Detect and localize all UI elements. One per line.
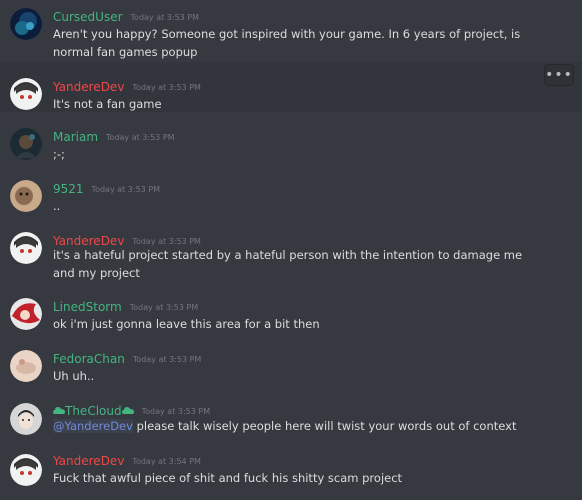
message-author[interactable]: FedoraChan Today at 3:53 PM — [53, 352, 201, 367]
message-item: 9521 Today at 3:53 PM .. — [0, 164, 582, 216]
message-author[interactable]: CursedUser Today at 3:53 PM — [53, 10, 199, 25]
more-options-icon: ••• — [545, 67, 573, 83]
avatar[interactable] — [10, 298, 42, 330]
message-text: @YandereDev please talk wisely people he… — [53, 417, 558, 435]
avatar[interactable] — [10, 128, 42, 160]
message-text: ;-; — [53, 147, 65, 161]
username[interactable]: LinedStorm — [53, 300, 122, 314]
username[interactable]: FedoraChan — [53, 352, 125, 366]
avatar[interactable] — [10, 78, 42, 110]
cloud-icon — [121, 407, 134, 414]
message-text: it's a hateful project started by a hate… — [53, 248, 523, 280]
message-author[interactable]: YandereDev Today at 3:54 PM — [53, 454, 201, 469]
username[interactable]: TheCloud — [65, 404, 122, 418]
message-text-rest: please talk wisely people here will twis… — [132, 419, 517, 433]
message-item: LinedStorm Today at 3:53 PM ok i'm just g… — [0, 286, 582, 338]
username[interactable]: YandereDev — [53, 80, 124, 94]
message-item: YandereDev Today at 3:53 PM It's not a fa… — [0, 62, 582, 112]
timestamp: Today at 3:53 PM — [132, 83, 201, 92]
cloud-icon — [53, 407, 65, 414]
message-item: CursedUser Today at 3:53 PM Aren't you ha… — [0, 0, 582, 62]
message-item: YandereDev Today at 3:54 PM Fuck that awf… — [0, 444, 582, 500]
message-item: Mariam Today at 3:53 PM ;-; — [0, 112, 582, 164]
timestamp: Today at 3:53 PM — [129, 303, 199, 312]
username[interactable]: Mariam — [53, 130, 98, 144]
chat-message-list: CursedUser Today at 3:53 PM Aren't you ha… — [0, 0, 582, 500]
timestamp: Today at 3:53 PM — [106, 133, 175, 142]
timestamp: Today at 3:53 PM — [141, 407, 211, 416]
message-text: It's not a fan game — [53, 97, 162, 111]
timestamp: Today at 3:53 PM — [132, 355, 202, 364]
username[interactable]: YandereDev — [53, 454, 124, 468]
message-text: Uh uh.. — [53, 369, 95, 383]
avatar[interactable] — [10, 403, 42, 435]
message-item: TheCloud Today at 3:53 PM @YandereDev ple… — [0, 390, 582, 444]
timestamp: Today at 3:53 PM — [132, 237, 201, 246]
message-text: Aren't you happy? Someone got inspired w… — [53, 27, 521, 59]
message-text: .. — [53, 199, 61, 213]
username[interactable]: 9521 — [53, 182, 84, 196]
avatar[interactable] — [10, 8, 42, 40]
avatar[interactable] — [10, 454, 42, 486]
message-text: ok i'm just gonna leave this area for a … — [53, 317, 320, 331]
avatar[interactable] — [10, 350, 42, 382]
message-text: Fuck that awful piece of shit and fuck h… — [53, 471, 403, 485]
message-author[interactable]: LinedStorm Today at 3:53 PM — [53, 300, 198, 315]
username[interactable]: CursedUser — [53, 10, 123, 24]
more-options-button[interactable]: ••• — [544, 64, 574, 86]
user-mention[interactable]: @YandereDev — [53, 419, 133, 433]
message-author[interactable]: 9521 Today at 3:53 PM — [53, 182, 160, 197]
avatar[interactable] — [10, 232, 42, 264]
message-item: YandereDev Today at 3:53 PM it's a hatefu… — [0, 216, 582, 286]
message-author[interactable]: YandereDev Today at 3:53 PM — [53, 80, 201, 95]
message-item: FedoraChan Today at 3:53 PM Uh uh.. — [0, 338, 582, 390]
avatar[interactable] — [10, 180, 42, 212]
timestamp: Today at 3:53 PM — [130, 13, 200, 22]
message-author[interactable]: Mariam Today at 3:53 PM — [53, 130, 175, 145]
timestamp: Today at 3:53 PM — [91, 185, 161, 194]
timestamp: Today at 3:54 PM — [132, 457, 201, 466]
